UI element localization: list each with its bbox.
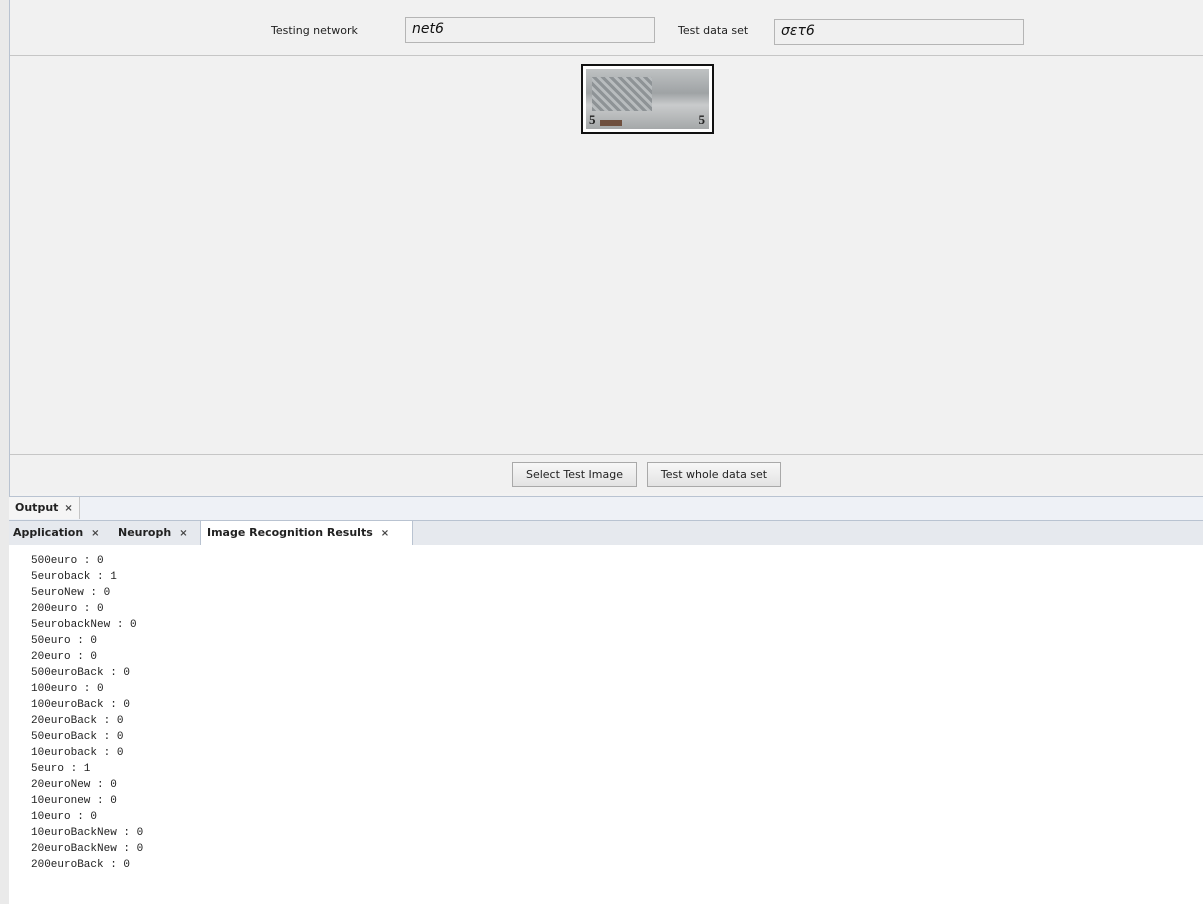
close-icon[interactable]: × <box>381 522 389 545</box>
result-line: 500euro : 0 <box>31 555 104 567</box>
banknote-value-left: 5 <box>589 112 596 127</box>
result-line: 20euroBack : 0 <box>31 715 124 727</box>
result-line: 100euroBack : 0 <box>31 699 131 711</box>
output-tabs: Application × Neuroph × Image Recognition … <box>9 520 1203 546</box>
output-panel-header: Output × <box>9 496 1203 521</box>
result-line: 20euroNew : 0 <box>31 779 117 791</box>
test-data-set-label: Test data set <box>678 24 749 37</box>
testing-network-label: Testing network <box>271 24 358 37</box>
result-line: 10euro : 0 <box>31 811 98 823</box>
tab-label: Neuroph <box>118 526 172 539</box>
action-bar: Select Test Image Test whole data set <box>10 454 1203 493</box>
result-line: 500euroBack : 0 <box>31 667 131 679</box>
tab-label: Image Recognition Results <box>207 526 373 539</box>
close-icon[interactable]: × <box>64 498 72 520</box>
test-panel: Testing network net6 Test data set σετ6 … <box>10 0 1203 493</box>
result-line: 20euro : 0 <box>31 651 98 663</box>
tab-output[interactable]: Output × <box>9 497 80 519</box>
result-line: 10euroBackNew : 0 <box>31 827 144 839</box>
close-icon[interactable]: × <box>91 522 99 545</box>
tab-application[interactable]: Application × <box>9 521 116 544</box>
result-line: 10euroback : 0 <box>31 747 124 759</box>
test-data-set-field[interactable]: σετ6 <box>774 19 1024 45</box>
banknote-image: 5 5 <box>586 69 709 129</box>
banknote-pattern <box>592 77 652 111</box>
close-icon[interactable]: × <box>179 522 187 545</box>
output-tab-label: Output <box>15 501 59 514</box>
result-line: 5euroNew : 0 <box>31 587 111 599</box>
result-line: 50euroBack : 0 <box>31 731 124 743</box>
result-line: 5eurobackNew : 0 <box>31 619 137 631</box>
select-test-image-button[interactable]: Select Test Image <box>512 462 637 487</box>
result-line: 100euro : 0 <box>31 683 104 695</box>
result-line: 5euro : 1 <box>31 763 91 775</box>
tab-neuroph[interactable]: Neuroph × <box>114 521 203 544</box>
test-image-preview: 5 5 <box>581 64 714 134</box>
banknote-strip <box>600 120 622 126</box>
result-line: 20euroBackNew : 0 <box>31 843 144 855</box>
result-line: 200euro : 0 <box>31 603 104 615</box>
result-line: 200euroBack : 0 <box>31 859 131 871</box>
result-line: 5euroback : 1 <box>31 571 117 583</box>
test-whole-data-set-button[interactable]: Test whole data set <box>647 462 781 487</box>
tab-image-recognition-results[interactable]: Image Recognition Results × <box>200 521 413 545</box>
banknote-value-right: 5 <box>698 112 706 127</box>
app-window: Testing network net6 Test data set σετ6 … <box>0 0 1203 904</box>
result-line: 50euro : 0 <box>31 635 98 647</box>
results-output-area[interactable]: 500euro : 0 5euroback : 1 5euroNew : 0 2… <box>9 545 1203 904</box>
result-line: 10euronew : 0 <box>31 795 117 807</box>
tab-label: Application <box>13 526 84 539</box>
testing-network-field[interactable]: net6 <box>405 17 655 43</box>
test-settings-row: Testing network net6 Test data set σετ6 <box>10 0 1203 56</box>
